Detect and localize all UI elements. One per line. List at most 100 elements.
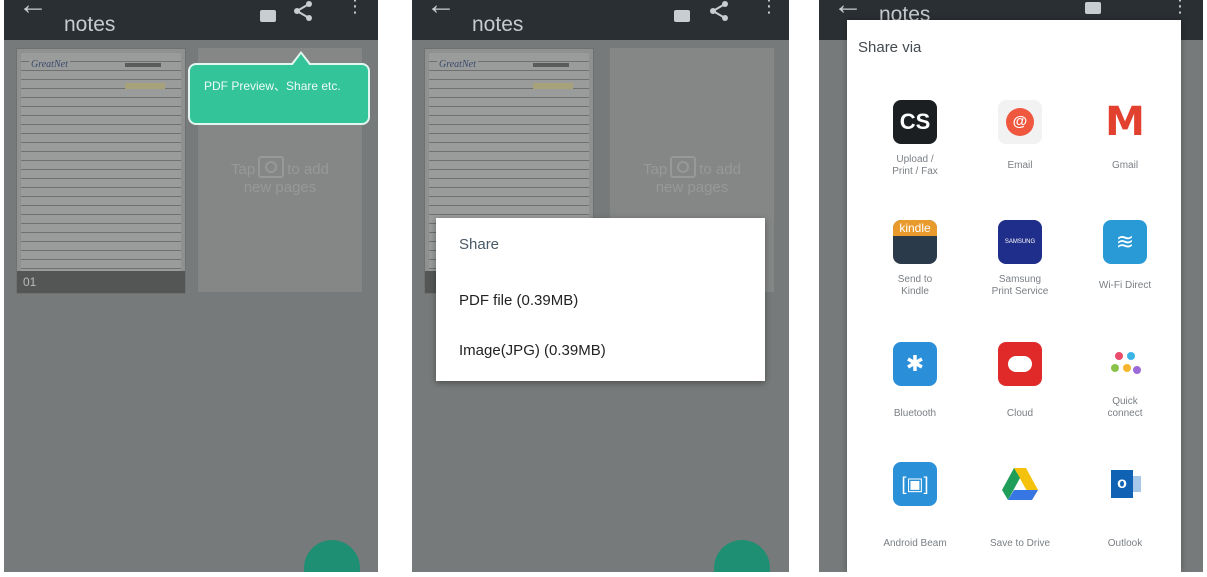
tooltip-arrow-fill — [292, 54, 310, 66]
app-label: Wi-Fi Direct — [1098, 280, 1152, 291]
add-page-hint-b: to add — [699, 161, 741, 178]
document-thumbnail[interactable]: GreatNet 01 — [16, 48, 186, 294]
screen-notes-tooltip: ← notes ⋮ GreatNet 01 Tap to add new page… — [4, 0, 378, 572]
overflow-menu-icon[interactable]: ⋮ — [346, 0, 364, 23]
screen-share-via: ← notes ⋮ Share via CS Upload / Print / F… — [819, 0, 1203, 572]
gmail-glyph: M — [1105, 100, 1145, 144]
document-highlight — [533, 83, 573, 89]
camera-icon — [258, 156, 285, 178]
back-arrow-icon[interactable]: ← — [18, 0, 48, 20]
gmail-icon: M — [1103, 100, 1147, 144]
page-number: 01 — [23, 275, 37, 289]
app-bar: ← notes ⋮ — [412, 0, 789, 40]
android-beam-icon: [▣] — [893, 462, 937, 506]
add-page-hint-b: to add — [287, 161, 329, 178]
add-page-hint: Tap to add new pages — [610, 156, 774, 197]
outlook-icon: o — [1103, 462, 1147, 506]
share-tooltip[interactable]: PDF Preview、Share etc. — [188, 51, 370, 125]
bluetooth-icon: ✱ — [893, 342, 937, 386]
share-option-pdf[interactable]: PDF file (0.39MB) — [459, 292, 578, 309]
add-page-hint-a: Tap — [643, 161, 668, 178]
dialog-title: Share — [459, 236, 500, 253]
email-glyph: @ — [1006, 108, 1034, 136]
share-option-jpg[interactable]: Image(JPG) (0.39MB) — [459, 342, 606, 359]
app-label-line1: Samsung — [998, 274, 1042, 285]
quick-dot — [1133, 366, 1141, 374]
app-label-line2: Kindle — [901, 286, 929, 297]
app-label: Bluetooth — [893, 408, 937, 419]
share-dialog: Share PDF file (0.39MB) Image(JPG) (0.39… — [436, 218, 765, 381]
share-app-bluetooth[interactable]: ✱ Bluetooth — [860, 342, 970, 420]
share-app-gmail[interactable]: M Gmail — [1070, 100, 1180, 172]
kindle-glyph: kindle — [893, 220, 937, 236]
document-header-mark — [533, 63, 569, 67]
cs-icon: CS — [893, 100, 937, 144]
share-via-sheet: Share via CS Upload / Print / Fax @ Email… — [847, 20, 1181, 572]
document-header-mark — [125, 63, 161, 67]
app-label-line2: connect — [1107, 408, 1143, 419]
share-app-google-drive[interactable]: Save to Drive — [965, 462, 1075, 550]
pdf-preview-icon[interactable] — [1085, 2, 1101, 14]
document-highlight — [125, 83, 165, 89]
drive-glyph — [1002, 468, 1038, 500]
back-arrow-icon[interactable]: ← — [426, 0, 456, 20]
page-title: notes — [64, 13, 116, 36]
kindle-icon: kindle — [893, 220, 937, 264]
share-app-cloud[interactable]: Cloud — [965, 342, 1075, 420]
tooltip-text: PDF Preview、Share etc. — [204, 79, 341, 93]
app-label-line2: Print Service — [991, 286, 1049, 297]
app-bar: ← notes ⋮ — [4, 0, 378, 40]
app-label-line1: Quick — [1112, 396, 1138, 407]
app-label: Email — [1007, 160, 1033, 171]
add-page-hint-a: Tap — [231, 161, 256, 178]
app-label: Quick connect — [1070, 396, 1180, 420]
camera-fab-button[interactable] — [714, 540, 770, 572]
pdf-preview-icon[interactable] — [260, 10, 276, 22]
share-icon[interactable] — [292, 0, 314, 22]
quick-dot — [1123, 364, 1131, 372]
share-app-email[interactable]: @ Email — [965, 100, 1075, 172]
email-icon: @ — [998, 100, 1042, 144]
quick-dot — [1115, 352, 1123, 360]
app-label: Gmail — [1111, 160, 1139, 171]
app-label: Outlook — [1107, 538, 1143, 549]
app-label: Send to Kindle — [860, 274, 970, 298]
app-label-line1: Upload / — [896, 154, 934, 165]
app-label: Upload / Print / Fax — [860, 154, 970, 178]
quick-dot — [1127, 352, 1135, 360]
add-page-hint: Tap to add new pages — [198, 156, 362, 197]
wifi-direct-icon: ≋ — [1103, 220, 1147, 264]
overflow-menu-icon[interactable]: ⋮ — [760, 0, 778, 23]
share-app-kindle[interactable]: kindle Send to Kindle — [860, 220, 970, 298]
cloud-icon — [998, 342, 1042, 386]
thumbnail-footer: 01 — [17, 271, 185, 293]
app-label: Cloud — [1006, 408, 1034, 419]
quick-connect-icon — [1103, 342, 1147, 386]
page-title: notes — [472, 13, 524, 36]
pdf-preview-icon[interactable] — [674, 10, 690, 22]
cloud-glyph — [1008, 356, 1032, 372]
add-page-hint-c: new pages — [655, 179, 729, 196]
app-label: Save to Drive — [989, 538, 1051, 549]
google-drive-icon — [998, 462, 1042, 506]
app-label-line1: Send to — [897, 274, 933, 285]
app-label-line2: Print / Fax — [892, 166, 938, 177]
app-label: Android Beam — [883, 538, 947, 549]
app-label: Samsung Print Service — [965, 274, 1075, 298]
screen-share-dialog: ← notes ⋮ GreatNet Tap to add new pages S… — [412, 0, 789, 572]
share-app-quick-connect[interactable]: Quick connect — [1070, 342, 1180, 420]
share-app-wifi-direct[interactable]: ≋ Wi-Fi Direct — [1070, 220, 1180, 292]
share-app-samsung-print[interactable]: SAMSUNG Samsung Print Service — [965, 220, 1075, 298]
back-arrow-icon[interactable]: ← — [833, 0, 863, 20]
share-app-android-beam[interactable]: [▣] Android Beam — [860, 462, 970, 550]
document-page-image: GreatNet — [21, 53, 181, 271]
add-page-hint-c: new pages — [243, 179, 317, 196]
share-app-camscanner[interactable]: CS Upload / Print / Fax — [860, 100, 970, 178]
samsung-print-icon: SAMSUNG — [998, 220, 1042, 264]
camera-fab-button[interactable] — [304, 540, 360, 572]
share-app-outlook[interactable]: o Outlook — [1070, 462, 1180, 550]
camera-icon — [670, 156, 697, 178]
document-logo: GreatNet — [437, 59, 478, 70]
share-via-title: Share via — [858, 39, 922, 56]
share-icon[interactable] — [708, 0, 730, 22]
